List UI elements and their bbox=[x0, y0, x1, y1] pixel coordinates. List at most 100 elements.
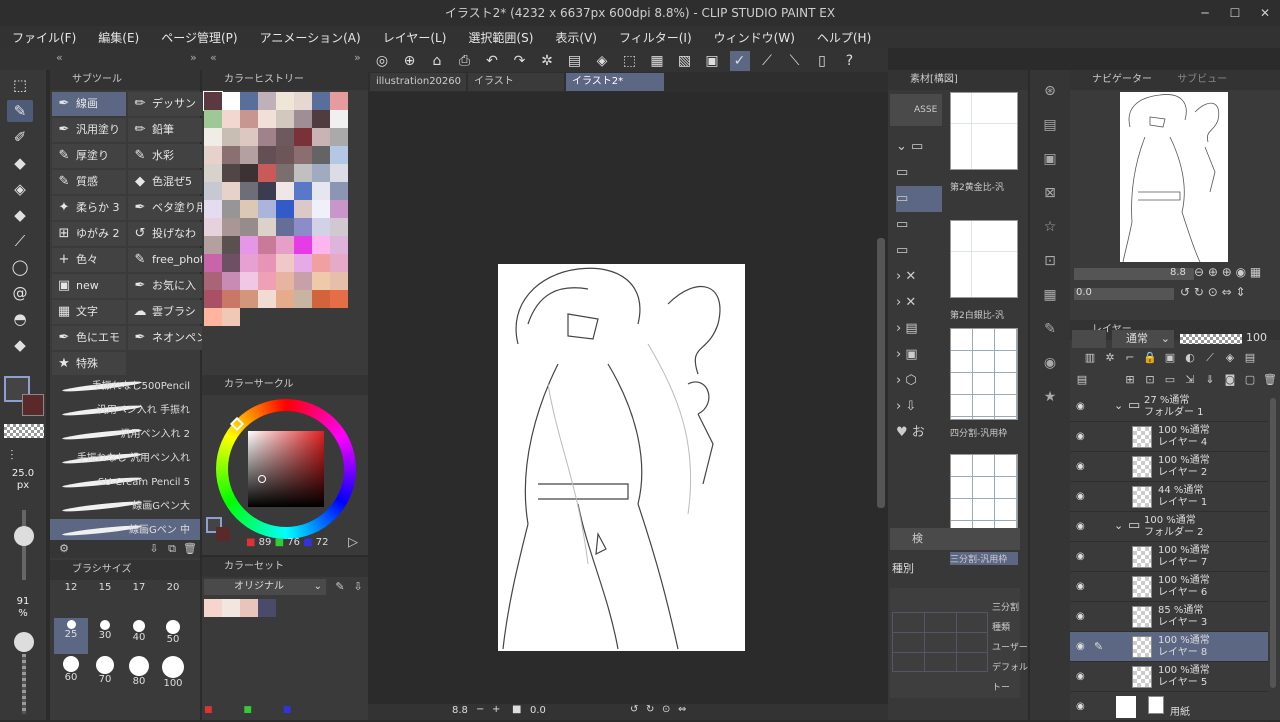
brush-size-item[interactable]: 25 bbox=[54, 618, 88, 654]
color-history-swatch[interactable] bbox=[330, 254, 348, 272]
color-history-swatch[interactable] bbox=[240, 236, 258, 254]
color-history-swatch[interactable] bbox=[258, 110, 276, 128]
layer-opacity-slider[interactable] bbox=[1180, 334, 1242, 344]
color-history-swatch[interactable] bbox=[222, 272, 240, 290]
color-history-swatch[interactable] bbox=[294, 182, 312, 200]
folder-icon[interactable]: ▭ bbox=[896, 186, 942, 212]
blend-tool-icon[interactable]: ◈ bbox=[7, 178, 33, 200]
clear-icon[interactable]: ▤ bbox=[565, 51, 585, 71]
visibility-eye-icon[interactable]: ◉ bbox=[1076, 551, 1085, 562]
color-history-swatch[interactable] bbox=[240, 218, 258, 236]
collapse-right-icon[interactable]: » bbox=[190, 51, 197, 64]
marquee-tool-icon[interactable]: ⬚ bbox=[7, 74, 33, 96]
color-history-swatch[interactable] bbox=[276, 218, 294, 236]
color-history-swatch[interactable] bbox=[276, 290, 294, 308]
spiral-tool-icon[interactable]: @ bbox=[7, 282, 33, 304]
color-history-swatch[interactable] bbox=[240, 272, 258, 290]
subtool-item[interactable]: ✎ 厚塗り bbox=[52, 144, 126, 168]
transfer-icon[interactable]: ⇲ bbox=[1182, 372, 1198, 388]
color-history-swatch[interactable] bbox=[258, 164, 276, 182]
rotate-left-icon[interactable]: ↺ bbox=[630, 704, 638, 715]
color-history-swatch[interactable] bbox=[222, 200, 240, 218]
visibility-eye-icon[interactable]: ◉ bbox=[1076, 671, 1085, 682]
color-history-swatch[interactable] bbox=[222, 146, 240, 164]
brush-size-item[interactable]: 15 bbox=[88, 582, 122, 618]
color-history-swatch[interactable] bbox=[312, 110, 330, 128]
subtool-item[interactable]: ◆ 色混ぜ5 bbox=[128, 170, 202, 194]
color-history-swatch[interactable] bbox=[330, 164, 348, 182]
close-icon[interactable]: ⊠ bbox=[1030, 176, 1070, 210]
merge-icon[interactable]: ⇓ bbox=[1202, 372, 1218, 388]
paper-icon[interactable]: ▢ bbox=[1242, 372, 1258, 388]
subtool-item[interactable]: ✒ お気に入 bbox=[128, 274, 202, 298]
color-history-swatch[interactable] bbox=[258, 254, 276, 272]
brush-size-item[interactable]: 50 bbox=[156, 618, 190, 654]
cube-icon[interactable]: › ⬡ bbox=[896, 368, 942, 394]
color-history-swatch[interactable] bbox=[222, 128, 240, 146]
open-file-icon[interactable]: ⌂ bbox=[427, 51, 447, 71]
subtool-item[interactable]: ✏ 鉛筆 bbox=[128, 118, 202, 142]
menu-item[interactable]: フィルター(I) bbox=[619, 29, 692, 46]
busy-icon[interactable]: ✲ bbox=[537, 51, 557, 71]
layer-folder-row[interactable]: ◉ ⌄ ▭ 100 %通常 フォルダー 2 bbox=[1070, 512, 1268, 542]
sub-color-mini[interactable] bbox=[216, 527, 230, 541]
color-history-swatch[interactable] bbox=[312, 164, 330, 182]
nav-rotate-controls[interactable]: ↺ ↻ ⊙ ⇔ ⇕ bbox=[1180, 285, 1246, 299]
menu-item[interactable]: 編集(E) bbox=[98, 29, 139, 46]
rotate-right-icon[interactable]: ↻ bbox=[646, 704, 654, 715]
settings-icon[interactable]: ⚙ bbox=[56, 541, 72, 557]
color-picker-cursor[interactable] bbox=[258, 475, 266, 483]
brush-size-item[interactable]: 60 bbox=[54, 654, 88, 690]
brush-size-item[interactable]: 12 bbox=[54, 582, 88, 618]
subtool-item[interactable]: ✒ 線画 bbox=[52, 92, 126, 116]
color-history-swatch[interactable] bbox=[312, 128, 330, 146]
edit-icon[interactable]: ✎ bbox=[1030, 312, 1070, 346]
stop-icon[interactable]: ■ bbox=[512, 704, 521, 715]
line-icon[interactable]: ⟍ bbox=[785, 51, 805, 71]
subview-tab[interactable]: サブビュー bbox=[1177, 74, 1227, 85]
nav-zoom-controls[interactable]: ⊖ ⊕ ⊕ ◉ ▦ bbox=[1194, 265, 1261, 279]
color-history-swatch[interactable] bbox=[222, 92, 240, 110]
redo-icon[interactable]: ↷ bbox=[510, 51, 530, 71]
image-icon[interactable]: ▣ bbox=[1030, 142, 1070, 176]
color-icon[interactable]: ▤ bbox=[1242, 350, 1258, 366]
layer-row[interactable]: ◉ 100 %通常 レイヤー 5 bbox=[1070, 662, 1268, 692]
color-set-swatch[interactable] bbox=[222, 599, 240, 617]
saturation-square[interactable] bbox=[248, 431, 324, 507]
navigator-preview[interactable] bbox=[1120, 92, 1228, 263]
eraser2-tool-icon[interactable]: ◆ bbox=[7, 204, 33, 226]
color-history-swatch[interactable] bbox=[312, 218, 330, 236]
menu-item[interactable]: ウィンドウ(W) bbox=[714, 29, 795, 46]
color-history-swatch[interactable] bbox=[258, 146, 276, 164]
sparkle-icon[interactable]: ✲ bbox=[1102, 350, 1118, 366]
visibility-eye-icon[interactable]: ◉ bbox=[1076, 641, 1085, 652]
folder-icon[interactable]: ▭ bbox=[896, 212, 942, 238]
scale-icon[interactable]: ⊡ bbox=[1030, 244, 1070, 278]
color-history-swatch[interactable] bbox=[330, 236, 348, 254]
color-history-swatch[interactable] bbox=[330, 272, 348, 290]
palette-icon[interactable]: ◈ bbox=[1222, 350, 1238, 366]
star-icon[interactable]: ☆ bbox=[1030, 210, 1070, 244]
brush-size-item[interactable]: 30 bbox=[88, 618, 122, 654]
collapse-right-icon[interactable]: » bbox=[354, 51, 361, 64]
color-history-swatch[interactable] bbox=[240, 254, 258, 272]
layer-scrollbar[interactable] bbox=[1270, 398, 1276, 688]
brush-preset-item[interactable]: SU-Cream Pencil 5 bbox=[50, 471, 200, 495]
subtool-item[interactable]: ★ 特殊 bbox=[52, 352, 126, 376]
layer-row[interactable]: ◉ 100 %通常 レイヤー 7 bbox=[1070, 542, 1268, 572]
color-history-swatch[interactable] bbox=[294, 200, 312, 218]
color-set-swatch[interactable] bbox=[204, 599, 222, 617]
lock-alpha-icon[interactable]: ▣ bbox=[1162, 350, 1178, 366]
brush-tool-icon[interactable]: ✐ bbox=[7, 126, 33, 148]
play-icon[interactable]: ▷ bbox=[348, 535, 358, 550]
trash-icon[interactable]: 🗑 bbox=[1262, 372, 1278, 388]
color-history-swatch[interactable] bbox=[276, 236, 294, 254]
settings-icon[interactable]: ✎ bbox=[332, 579, 348, 595]
new-vector-icon[interactable]: ⊡ bbox=[1142, 372, 1158, 388]
visibility-eye-icon[interactable]: ◉ bbox=[1076, 401, 1085, 412]
color-history-swatch[interactable] bbox=[222, 164, 240, 182]
heart-icon[interactable]: ♥ お bbox=[896, 420, 942, 446]
folder-icon[interactable]: ▭ bbox=[896, 160, 942, 186]
subtool-item[interactable]: ▦ 文字 bbox=[52, 300, 126, 324]
subtool-item[interactable]: ✎ 質感 bbox=[52, 170, 126, 194]
